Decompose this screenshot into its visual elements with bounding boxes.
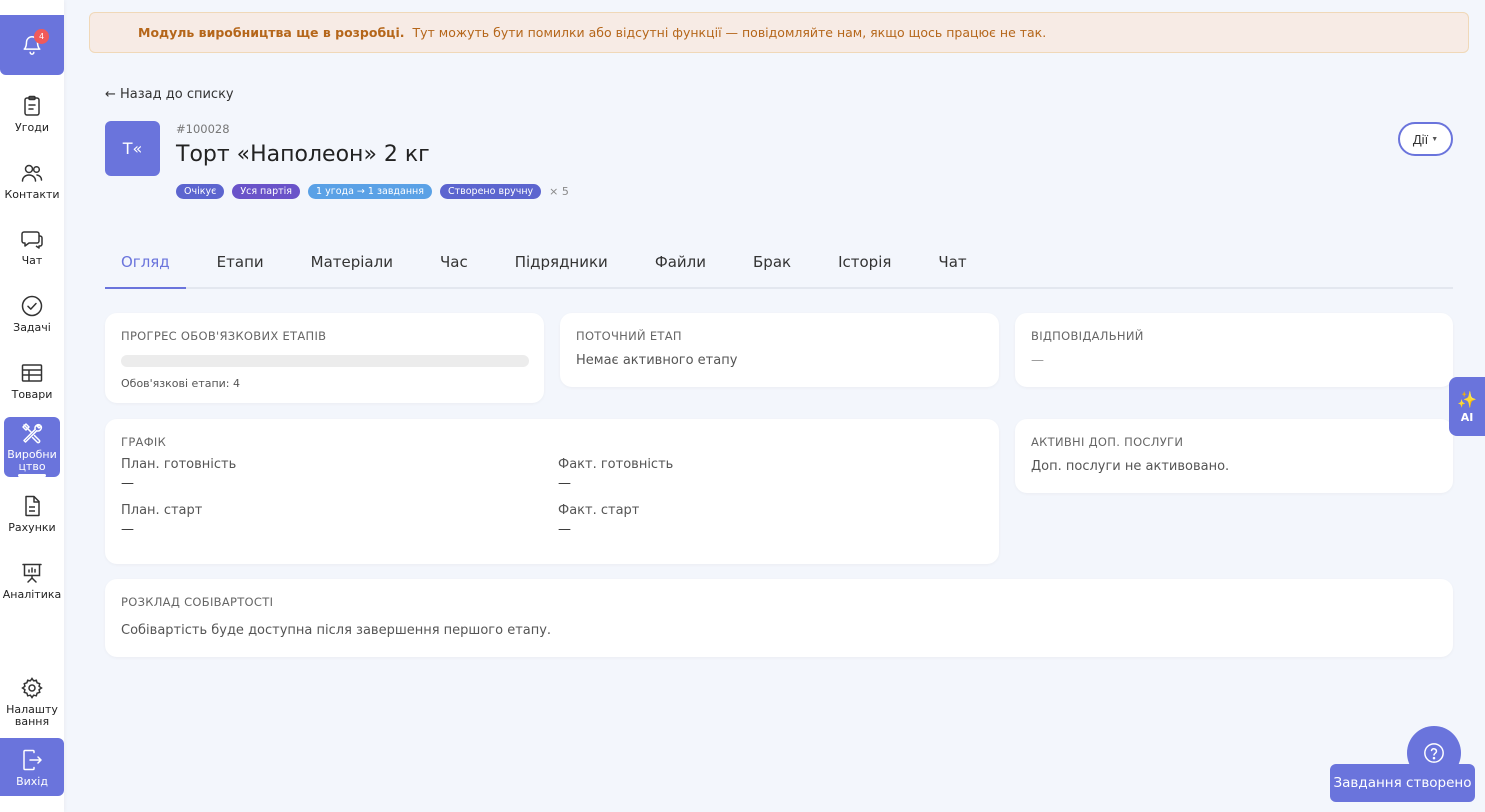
question-icon (1424, 743, 1444, 763)
plan-start-value: — (121, 522, 134, 537)
card-title: Графік (121, 435, 167, 449)
plan-ready-label: План. готовність (121, 457, 237, 472)
status-badge: Очікує (176, 184, 225, 199)
plan-start-label: План. старт (121, 503, 203, 518)
sidebar-item-label: Чат (21, 254, 43, 267)
tab-chat[interactable]: Чат (922, 236, 982, 287)
caret-down-icon: ▼ (1431, 135, 1439, 143)
gear-icon (21, 677, 43, 699)
page-title: Торт «Наполеон» 2 кг (176, 142, 430, 167)
sidebar-item-label: Угоди (15, 121, 49, 134)
tab-defects[interactable]: Брак (737, 236, 807, 287)
progress-bar (121, 355, 529, 367)
clipboard-icon (24, 95, 40, 116)
actions-button[interactable]: Дії ▼ (1398, 122, 1453, 156)
presentation-icon (22, 563, 42, 583)
users-icon (21, 164, 43, 182)
sidebar-item-label: Рахунки (8, 521, 56, 534)
document-icon (25, 495, 40, 517)
tab-bar: Огляд Етапи Матеріали Час Підрядники Фай… (105, 236, 1453, 289)
sidebar-item-label: Задачі (13, 321, 51, 334)
fact-start: Факт. старт — (558, 503, 958, 537)
dev-warning-banner: Модуль виробництва ще в розробці. Тут мо… (89, 12, 1469, 53)
cost-breakdown-card: Розклад собівартості Собівартість буде д… (105, 579, 1453, 657)
status-tags: Очікує Уся партія 1 угода → 1 завдання С… (176, 184, 569, 199)
plan-ready-value: — (121, 476, 134, 491)
ai-assistant-button[interactable]: ✨ AI (1449, 377, 1485, 436)
tab-files[interactable]: Файли (639, 236, 722, 287)
tab-history[interactable]: Історія (822, 236, 907, 287)
cost-value: Собівартість буде доступна після заверше… (121, 623, 552, 638)
fact-start-value: — (558, 522, 571, 537)
sidebar-item-invoices[interactable]: Рахунки (0, 490, 64, 552)
sidebar-item-contacts[interactable]: Контакти (0, 157, 64, 219)
sidebar-item-chat[interactable]: Чат (0, 223, 64, 285)
chat-icon (21, 231, 43, 249)
banner-strong-text: Модуль виробництва ще в розробці. (138, 25, 405, 40)
sparkle-icon: ✨ (1457, 389, 1477, 409)
scope-badge: Уся партія (232, 184, 301, 199)
card-title: Поточний етап (576, 329, 682, 343)
progress-caption: Обов'язкові етапи: 4 (121, 377, 241, 390)
back-to-list-link[interactable]: ← Назад до списку (105, 87, 234, 102)
plan-start: План. старт — (121, 503, 558, 537)
fact-start-label: Факт. старт (558, 503, 640, 518)
link-badge[interactable]: 1 угода → 1 завдання (308, 184, 432, 199)
fact-ready-label: Факт. готовність (558, 457, 674, 472)
responsible-card: Відповідальний — (1015, 313, 1453, 387)
sidebar-item-settings[interactable]: Налашту вання (0, 672, 64, 734)
sidebar-item-tasks[interactable]: Задачі (0, 290, 64, 352)
sidebar-item-label: Контакти (4, 188, 60, 201)
fact-ready: Факт. готовність — (558, 457, 958, 491)
sidebar-item-label: Аналітика (2, 588, 62, 601)
sidebar-item-logout[interactable]: Вихід (0, 738, 64, 796)
fact-ready-value: — (558, 476, 571, 491)
plan-ready: План. готовність — (121, 457, 558, 491)
tools-icon (22, 423, 43, 444)
table-icon (21, 364, 43, 382)
success-toast: Завдання створено (1330, 764, 1475, 802)
origin-badge: Створено вручну (439, 184, 542, 199)
banner-text: Тут можуть бути помилки або відсутні фун… (412, 25, 1047, 40)
sidebar-item-label: Виробництво (7, 448, 57, 473)
services-value: Доп. послуги не активовано. (1031, 459, 1230, 474)
sidebar-item-analytics[interactable]: Аналітика (0, 557, 64, 619)
responsible-value: — (1031, 353, 1044, 368)
sidebar-item-label: Налашту вання (6, 703, 58, 728)
tab-contractors[interactable]: Підрядники (499, 236, 624, 287)
notifications-button[interactable]: 4 (0, 15, 64, 75)
progress-card: Прогрес обов'язкових етапів Обов'язкові … (105, 313, 544, 403)
card-title: Відповідальний (1031, 329, 1144, 343)
sidebar: 4 Угоди Контакти Чат Задачі Товари Вироб… (0, 0, 64, 812)
current-stage-value: Немає активного етапу (576, 353, 738, 368)
tab-stages[interactable]: Етапи (201, 236, 280, 287)
sidebar-item-deals[interactable]: Угоди (0, 90, 64, 152)
services-card: Активні доп. послуги Доп. послуги не акт… (1015, 419, 1453, 493)
logout-icon (23, 749, 42, 771)
schedule-grid: План. готовність — Факт. готовність — Пл… (121, 457, 983, 537)
sidebar-item-label: Вихід (16, 775, 48, 788)
sidebar-item-label: Товари (11, 388, 53, 401)
order-number: #100028 (176, 122, 230, 136)
tab-materials[interactable]: Матеріали (295, 236, 409, 287)
tab-time[interactable]: Час (424, 236, 484, 287)
avatar: Т« (105, 121, 160, 176)
schedule-card: Графік План. готовність — Факт. готовніс… (105, 419, 999, 564)
current-stage-card: Поточний етап Немає активного етапу (560, 313, 999, 387)
check-circle-icon (21, 295, 43, 317)
notification-badge: 4 (34, 29, 49, 44)
actions-label: Дії (1412, 131, 1429, 147)
sidebar-item-products[interactable]: Товари (0, 357, 64, 419)
card-title: Розклад собівартості (121, 595, 274, 609)
ai-label: AI (1460, 410, 1474, 424)
sidebar-item-production[interactable]: Виробництво (4, 417, 60, 477)
active-indicator (18, 474, 46, 477)
tab-overview[interactable]: Огляд (105, 236, 186, 289)
card-title: Прогрес обов'язкових етапів (121, 329, 327, 343)
quantity-label: × 5 (549, 185, 569, 198)
card-title: Активні доп. послуги (1031, 435, 1184, 449)
